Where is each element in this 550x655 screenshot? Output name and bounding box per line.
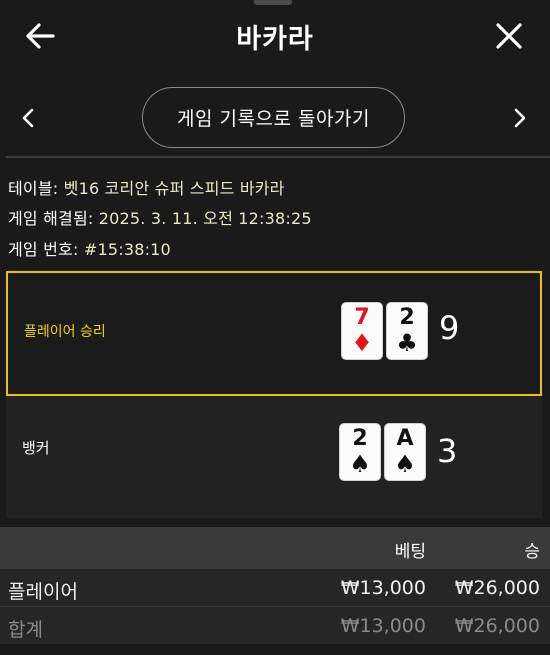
banker-result: 뱅커 2 ♠ A ♠ 3: [6, 396, 542, 518]
back-to-history-button[interactable]: 게임 기록으로 돌아가기: [142, 87, 405, 148]
resolved-info-label: 게임 해결됨:: [8, 209, 94, 228]
table-info: 테이블: 벳16 코리안 슈퍼 스피드 바카라: [8, 175, 285, 199]
card-rank: 7: [354, 305, 370, 330]
resolved-info-value: 2025. 3. 11. 오전 12:38:25: [98, 209, 312, 228]
next-game-button[interactable]: [506, 102, 534, 134]
diamond-suit-icon: ♦: [351, 329, 373, 357]
table-info-value: 벳16 코리안 슈퍼 스피드 바카라: [63, 179, 285, 198]
previous-game-button[interactable]: [14, 102, 42, 134]
player-result-label: 플레이어 승리: [24, 324, 106, 340]
game-number-info: 게임 번호: #15:38:10: [8, 236, 171, 260]
table-total-row: 합계 ₩13,000 ₩26,000: [0, 607, 550, 644]
table-header: 베팅 승: [0, 527, 550, 569]
divider: [6, 156, 550, 158]
close-button[interactable]: [492, 20, 526, 52]
close-icon: [496, 23, 522, 49]
header-bet: 베팅: [394, 542, 426, 562]
total-bet: ₩13,000: [340, 615, 426, 637]
club-suit-icon: ♣: [396, 329, 418, 357]
player-card-2: 2 ♣: [386, 302, 428, 360]
player-card-1: 7 ♦: [341, 302, 383, 360]
card-rank: 2: [352, 426, 368, 451]
row-label: 플레이어: [8, 581, 78, 603]
spade-suit-icon: ♠: [349, 450, 371, 478]
card-rank: A: [396, 426, 414, 451]
table-row: 플레이어 ₩13,000 ₩26,000: [0, 569, 550, 606]
page-title: 바카라: [236, 24, 314, 55]
header: 바카라: [0, 0, 550, 72]
banker-card-1: 2 ♠: [339, 423, 381, 481]
game-number-label: 게임 번호:: [8, 240, 79, 259]
total-win: ₩26,000: [454, 615, 540, 637]
card-rank: 2: [399, 305, 415, 330]
row-win: ₩26,000: [454, 577, 540, 599]
chevron-left-icon: [22, 108, 34, 128]
game-number-value: #15:38:10: [83, 240, 171, 259]
header-win: 승: [524, 542, 540, 562]
total-label: 합계: [8, 619, 43, 641]
history-nav: 게임 기록으로 돌아가기: [0, 86, 550, 150]
resolved-info: 게임 해결됨: 2025. 3. 11. 오전 12:38:25: [8, 205, 312, 229]
row-bet: ₩13,000: [340, 577, 426, 599]
player-result: 플레이어 승리 7 ♦ 2 ♣ 9: [6, 271, 542, 396]
spade-suit-icon: ♠: [394, 450, 416, 478]
chevron-right-icon: [514, 108, 526, 128]
table-info-label: 테이블:: [8, 179, 59, 198]
banker-score: 3: [437, 432, 458, 470]
banker-result-label: 뱅커: [22, 439, 50, 457]
player-score: 9: [439, 309, 460, 347]
banker-card-2: A ♠: [384, 423, 426, 481]
